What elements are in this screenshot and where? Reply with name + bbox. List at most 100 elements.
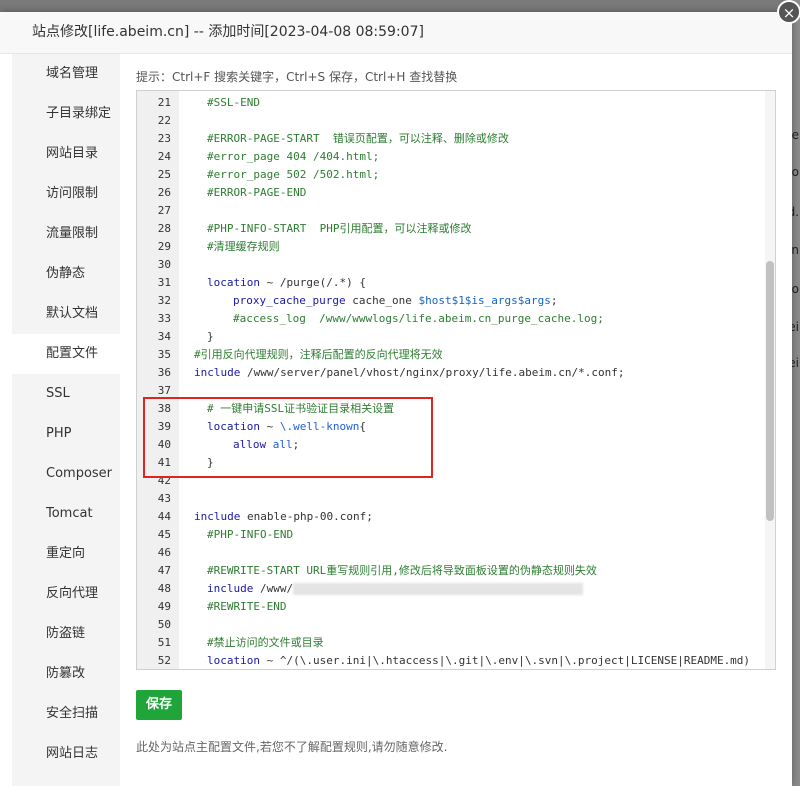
sidebar-item[interactable]: 域名管理	[12, 54, 120, 94]
code-line: 24 #error_page 404 /404.html;	[137, 148, 767, 166]
code-token: }	[207, 330, 214, 343]
line-number: 49	[157, 600, 171, 613]
line-number: 23	[157, 132, 171, 145]
code-token: include	[194, 510, 241, 523]
line-number: 35	[157, 348, 171, 361]
code-text: #REWRITE-START URL重写规则引用,修改后将导致面板设置的伪静态规…	[207, 562, 597, 580]
line-number: 33	[157, 312, 171, 325]
code-token: ;	[550, 294, 558, 307]
line-number: 22	[157, 114, 171, 127]
code-text: #PHP-INFO-START PHP引用配置，可以注释或修改	[207, 220, 471, 238]
code-text: location ~ ^/(\.user.ini|\.htaccess|\.gi…	[207, 652, 750, 669]
code-line: 51 #禁止访问的文件或目录	[137, 634, 767, 652]
line-number: 24	[157, 150, 171, 163]
background-text: n	[791, 243, 799, 257]
code-line: 50	[137, 616, 767, 634]
sidebar-item[interactable]: 子目录绑定	[12, 94, 120, 134]
line-number: 25	[157, 168, 171, 181]
code-token: proxy_cache_purge	[233, 294, 346, 307]
code-line: 43	[137, 490, 767, 508]
code-line: 46	[137, 544, 767, 562]
code-line: 36 include /www/server/panel/vhost/nginx/…	[137, 364, 767, 382]
sidebar-item[interactable]: 伪静态	[12, 254, 120, 294]
code-line: 32 proxy_cache_purge cache_one $host$1$is…	[137, 292, 767, 310]
sidebar-item[interactable]: 安全扫描	[12, 694, 120, 734]
code-token: /www/server/panel/vhost/nginx/proxy/life…	[240, 366, 625, 379]
line-number: 51	[157, 636, 171, 649]
sidebar-item[interactable]: SSL	[12, 374, 120, 414]
dialog-sidebar: 域名管理 子目录绑定 网站目录 访问限制 流量限制 伪静态 默认文档 配置文件 SSL PHP Co…	[12, 54, 120, 786]
site-edit-dialog: 站点修改[life.abeim.cn] -- 添加时间[2023-04-08 0…	[0, 12, 792, 786]
code-token: #引用反向代理规则，注释后配置的反向代理将无效	[194, 348, 443, 361]
sidebar-item[interactable]: 网站目录	[12, 134, 120, 174]
sidebar-item[interactable]: 重定向	[12, 534, 120, 574]
sidebar-item[interactable]: 防篡改	[12, 654, 120, 694]
code-text: include /www/	[207, 580, 584, 598]
code-line: 44 include enable-php-00.conf;	[137, 508, 767, 526]
code-token: #REWRITE-END	[207, 600, 287, 613]
code-line: 27	[137, 202, 767, 220]
code-text: #禁止访问的文件或目录	[207, 634, 324, 652]
code-text: #REWRITE-END	[207, 598, 286, 616]
sidebar-item[interactable]: Tomcat	[12, 494, 120, 534]
close-icon[interactable]: ×	[777, 0, 800, 24]
sidebar-item[interactable]: PHP	[12, 414, 120, 454]
code-line: 47 #REWRITE-START URL重写规则引用,修改后将导致面板设置的伪静…	[137, 562, 767, 580]
code-line: 49 #REWRITE-END	[137, 598, 767, 616]
code-text: #ERROR-PAGE-START 错误页配置，可以注释、删除或修改	[207, 130, 509, 148]
code-token: #REWRITE-START URL重写规则引用,修改后将导致面板设置的伪静态规…	[207, 564, 597, 577]
line-number: 50	[157, 618, 171, 631]
code-line: 23 #ERROR-PAGE-START 错误页配置，可以注释、删除或修改	[137, 130, 767, 148]
scrollbar-thumb[interactable]	[766, 261, 774, 521]
code-line: 21 #SSL-END	[137, 94, 767, 112]
line-number: 32	[157, 294, 171, 307]
line-number: 43	[157, 492, 171, 505]
code-line: 52 location ~ ^/(\.user.ini|\.htaccess|\.…	[137, 652, 767, 669]
code-token: cache_one	[345, 294, 419, 307]
code-token: location	[207, 654, 260, 667]
code-token: include	[194, 366, 241, 379]
code-token: location	[207, 276, 260, 289]
editor-scrollbar[interactable]	[765, 91, 775, 669]
code-token: #PHP-INFO-START PHP引用配置，可以注释或修改	[207, 222, 472, 235]
code-text: }	[207, 328, 214, 346]
line-number: 36	[157, 366, 171, 379]
line-number: 29	[157, 240, 171, 253]
line-number: 48	[157, 582, 171, 595]
code-text: #access_log /www/wwwlogs/life.abeim.cn_p…	[233, 310, 604, 328]
code-line: 34}	[137, 328, 767, 346]
code-token: $host$1$is_args$args	[418, 294, 551, 307]
sidebar-item[interactable]: 防盗链	[12, 614, 120, 654]
code-text: #PHP-INFO-END	[207, 526, 293, 544]
sidebar-item[interactable]: 访问限制	[12, 174, 120, 214]
sidebar-item[interactable]: 网站日志	[12, 734, 120, 774]
code-editor[interactable]: 21 #SSL-END 22 23 #ERROR-PAGE-START 错误页配置，可以…	[136, 90, 776, 670]
highlight-annotation-box	[143, 397, 433, 478]
code-line: 26 #ERROR-PAGE-END	[137, 184, 767, 202]
line-number: 26	[157, 186, 171, 199]
code-text: #ERROR-PAGE-END	[207, 184, 306, 202]
line-number: 34	[157, 330, 171, 343]
code-text: #引用反向代理规则，注释后配置的反向代理将无效	[194, 346, 443, 364]
line-number: 52	[157, 654, 171, 667]
line-number: 28	[157, 222, 171, 235]
config-panel: 提示：Ctrl+F 搜索关键字，Ctrl+S 保存，Ctrl+H 查找替换 21…	[136, 54, 776, 754]
sidebar-item[interactable]: 默认文档	[12, 294, 120, 334]
code-token: /www/	[253, 582, 294, 595]
line-number: 45	[157, 528, 171, 541]
save-button[interactable]: 保存	[136, 690, 182, 720]
code-line: 25 #error_page 502 /502.html;	[137, 166, 767, 184]
sidebar-item[interactable]: 流量限制	[12, 214, 120, 254]
code-line: 30	[137, 256, 767, 274]
sidebar-item[interactable]: 反向代理	[12, 574, 120, 614]
code-token: #error_page 502 /502.html;	[207, 168, 380, 181]
code-line: 29 #清理缓存规则	[137, 238, 767, 256]
code-text: #清理缓存规则	[207, 238, 280, 256]
code-token: #ERROR-PAGE-END	[207, 186, 307, 199]
background-text: o	[791, 165, 799, 179]
code-text: #error_page 404 /404.html;	[207, 148, 379, 166]
code-line: 33 #access_log /www/wwwlogs/life.abeim.cn…	[137, 310, 767, 328]
sidebar-item[interactable]: 配置文件	[12, 334, 120, 374]
line-number: 30	[157, 258, 171, 271]
sidebar-item[interactable]: Composer	[12, 454, 120, 494]
